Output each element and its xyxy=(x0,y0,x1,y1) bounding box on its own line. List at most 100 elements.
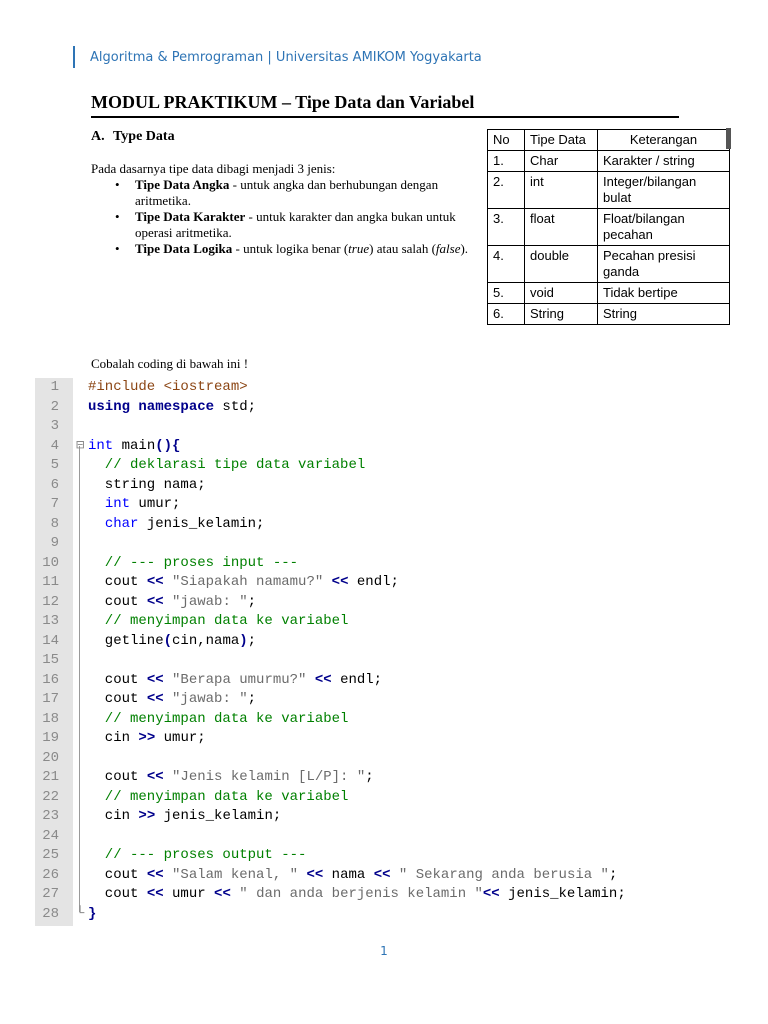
code-token: umur; xyxy=(155,730,206,746)
code-token: // deklarasi tipe data variabel xyxy=(88,457,366,473)
column-header-type: Tipe Data xyxy=(524,129,598,151)
code-token: << xyxy=(146,866,164,883)
code-line: 18 // menyimpan data ke variabel xyxy=(35,710,735,730)
section-heading: A. Type Data xyxy=(91,129,175,145)
code-line: 26 cout << "Salam kenal, " << nama << " … xyxy=(35,866,735,886)
code-token: // menyimpan data ke variabel xyxy=(88,613,349,629)
code-token: // menyimpan data ke variabel xyxy=(88,710,349,727)
line-number: 18 xyxy=(42,710,59,727)
code-line: 25 // --- proses output --- xyxy=(35,846,735,866)
line-number: 16 xyxy=(42,671,59,688)
code-text: // menyimpan data ke variabel xyxy=(88,612,349,632)
table-row: 3. float Float/bilangan pecahan xyxy=(487,208,730,246)
code-text: // menyimpan data ke variabel xyxy=(88,788,349,808)
code-token: "jawab: " xyxy=(172,691,248,707)
table-cell: 2. xyxy=(487,171,525,209)
code-token: // menyimpan data ke variabel xyxy=(88,788,349,805)
code-token: ; xyxy=(365,769,374,785)
code-token: ( xyxy=(163,632,173,649)
code-line: 11 cout << "Siapakah namamu?" << endl; xyxy=(35,573,735,593)
table-header-row: No Tipe Data Keterangan xyxy=(487,129,730,151)
table-cell: float xyxy=(524,208,598,246)
code-token: cout xyxy=(88,769,147,785)
code-text: cin >> umur; xyxy=(88,729,206,749)
line-number: 6 xyxy=(50,476,59,493)
table-edge-marker xyxy=(726,128,731,149)
column-header-no: No xyxy=(487,129,525,151)
code-token: ) xyxy=(239,632,248,649)
code-token: cout xyxy=(88,574,147,590)
code-token: int xyxy=(88,437,114,454)
code-token: jenis_kelamin; xyxy=(499,886,626,902)
table-row: 4. double Pecahan presisi ganda xyxy=(487,245,730,283)
list-item: • Tipe Data Angka - untuk angka dan berhu… xyxy=(113,177,478,209)
code-token: << xyxy=(482,886,500,902)
code-text: int umur; xyxy=(88,495,181,515)
code-text: } xyxy=(88,905,96,925)
table-row: 1. Char Karakter / string xyxy=(487,150,730,172)
code-text: string nama; xyxy=(88,476,206,496)
line-number: 17 xyxy=(42,691,59,707)
table-cell: Pecahan presisi ganda xyxy=(597,245,730,283)
code-line: 13 // menyimpan data ke variabel xyxy=(35,612,735,632)
code-text: cout << "Berapa umurmu?" << endl; xyxy=(88,671,382,691)
line-number: 24 xyxy=(42,827,59,844)
line-number: 2 xyxy=(50,398,59,415)
code-token: >> xyxy=(138,730,156,746)
table-cell: double xyxy=(524,245,598,283)
code-line: 2 using namespace std; xyxy=(35,398,735,418)
code-line: 14 getline(cin,nama); xyxy=(35,632,735,652)
code-token: cout xyxy=(88,691,147,707)
code-token: char xyxy=(104,515,139,532)
code-line: 12 cout << "jawab: "; xyxy=(35,593,735,613)
bullet-text: ). xyxy=(460,241,469,256)
line-number: 8 xyxy=(50,515,59,532)
bullet-emphasis: true xyxy=(348,241,370,256)
code-token: #include <iostream> xyxy=(88,379,248,395)
line-number: 9 xyxy=(50,535,59,551)
code-token: ; xyxy=(247,593,257,610)
data-type-list: • Tipe Data Angka - untuk angka dan berhu… xyxy=(113,177,478,257)
code-line: 23 cin >> jenis_kelamin; xyxy=(35,807,735,827)
code-line: 8 char jenis_kelamin; xyxy=(35,515,735,535)
code-token: } xyxy=(88,905,97,922)
header-text: Algoritma & Pemrograman | Universitas AM… xyxy=(90,50,482,65)
code-listing: 1 #include <iostream> 2 using namespace std… xyxy=(35,378,735,926)
code-token: nama xyxy=(323,866,374,883)
bullet-icon: • xyxy=(115,241,120,256)
code-token: ; xyxy=(608,866,618,883)
table-cell: 5. xyxy=(487,282,525,304)
fold-marker-icon: └ xyxy=(76,905,85,922)
bullet-icon: • xyxy=(115,177,120,192)
code-text: cout << "Salam kenal, " << nama << " Sek… xyxy=(88,866,618,886)
line-number: 12 xyxy=(42,593,59,610)
code-line: 16 cout << "Berapa umurmu?" << endl; xyxy=(35,671,735,691)
code-token: int xyxy=(104,496,131,512)
code-token: << xyxy=(331,574,349,590)
table-cell: Tidak bertipe xyxy=(597,282,730,304)
code-line: 24 xyxy=(35,827,735,847)
code-text: using namespace std; xyxy=(88,398,256,418)
code-token: "Jenis kelamin [L/P]: " xyxy=(172,769,366,785)
code-token: umur xyxy=(163,886,215,902)
bullet-text: ) atau salah ( xyxy=(369,241,436,256)
code-line: 19 cin >> umur; xyxy=(35,729,735,749)
table-row: 6. String String xyxy=(487,303,730,325)
code-line: 22 // menyimpan data ke variabel xyxy=(35,788,735,808)
line-number: 7 xyxy=(50,496,59,512)
line-number: 10 xyxy=(42,554,59,571)
code-line: 9 xyxy=(35,534,735,554)
code-token: << xyxy=(146,886,164,902)
table-cell: 1. xyxy=(487,150,525,172)
code-text: getline(cin,nama); xyxy=(88,632,256,652)
code-line: 28 └} xyxy=(35,905,735,925)
code-token: << xyxy=(146,769,164,785)
table-cell: 3. xyxy=(487,208,525,246)
